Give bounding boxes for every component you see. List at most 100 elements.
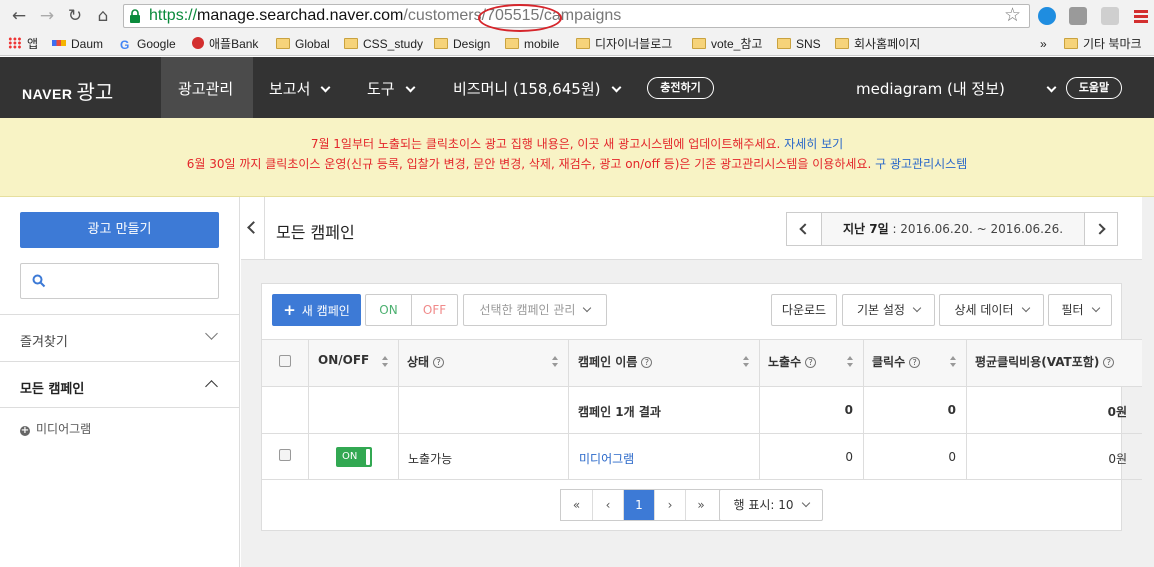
notice-line-1: 7월 1일부터 노출되는 클릭초이스 광고 집행 내용은, 이곳 새 광고시스템… <box>0 135 1154 152</box>
column-label: ON/OFF <box>318 353 370 367</box>
column-label: 상태 <box>407 355 430 369</box>
biz-money-label: 비즈머니 (158,645원) <box>453 80 601 98</box>
bookmark-apps[interactable]: 앱 <box>8 36 38 52</box>
bookmark-google[interactable]: G Google <box>120 36 176 52</box>
folder-icon <box>434 38 448 49</box>
rows-per-page-dropdown[interactable]: 행 표시: 10 <box>719 489 823 521</box>
date-range-value: : 2016.06.20. ~ 2016.06.26. <box>888 222 1064 236</box>
highlight-circle <box>478 4 562 32</box>
campaign-item-label: 미디어그램 <box>36 422 92 436</box>
header-clicks[interactable]: 클릭수? <box>863 340 966 386</box>
first-page-button[interactable]: « <box>561 490 592 520</box>
bookmark-label: Google <box>137 37 176 51</box>
off-button[interactable]: OFF <box>411 294 458 326</box>
bookmark-other[interactable]: 기타 북마크 <box>1064 36 1142 52</box>
bookmark-global[interactable]: Global <box>276 36 330 52</box>
new-campaign-button[interactable]: + 새 캠페인 <box>272 294 361 326</box>
cast-extension-icon[interactable] <box>1101 7 1119 25</box>
legacy-system-link[interactable]: 구 광고관리시스템 <box>875 157 967 171</box>
prev-page-button[interactable]: ‹ <box>592 490 623 520</box>
select-all-checkbox[interactable] <box>279 355 291 367</box>
bookmark-designer-blog[interactable]: 디자이너블로그 <box>576 36 672 52</box>
previous-period-button[interactable] <box>787 213 820 245</box>
bookmark-vote[interactable]: vote_참고 <box>692 36 762 52</box>
table-cell: 캠페인 1개 결과 <box>568 387 759 433</box>
bookmark-star-icon[interactable]: ☆ <box>1004 4 1021 26</box>
nav-tools[interactable]: 도구 <box>367 78 416 99</box>
default-settings-dropdown[interactable]: 기본 설정 <box>842 294 935 326</box>
plus-icon: + <box>283 301 296 319</box>
collapse-sidebar-icon[interactable] <box>247 221 260 234</box>
next-period-button[interactable] <box>1085 213 1118 245</box>
table-cell: 0원 <box>966 434 1143 479</box>
charge-button[interactable]: 충전하기 <box>647 77 714 99</box>
column-label: 노출수 <box>768 355 802 369</box>
bookmark-applebank[interactable]: 애플Bank <box>192 36 258 52</box>
header-campaign-name[interactable]: 캠페인 이름? <box>568 340 759 386</box>
bookmark-company[interactable]: 회사홈페이지 <box>835 36 920 52</box>
nav-reports[interactable]: 보고서 <box>269 78 331 99</box>
bookmark-mobile[interactable]: mobile <box>505 36 559 52</box>
header-avg-cpc[interactable]: 평균클릭비용(VAT포함)? <box>966 340 1143 386</box>
campaign-panel: + 새 캠페인 ON OFF 선택한 캠페인 관리 다운로드 기본 설정 상세 데… <box>261 283 1143 531</box>
help-icon[interactable]: ? <box>1103 357 1115 368</box>
new-campaign-label: 새 캠페인 <box>301 304 350 318</box>
row-checkbox[interactable] <box>279 449 291 461</box>
on-off-toggle[interactable]: ON <box>336 447 372 467</box>
on-button[interactable]: ON <box>365 294 412 326</box>
bookmark-sns[interactable]: SNS <box>777 36 821 52</box>
details-link[interactable]: 자세히 보기 <box>784 137 843 151</box>
bookmark-design[interactable]: Design <box>434 36 490 52</box>
chevron-up-icon <box>205 380 218 393</box>
download-button[interactable]: 다운로드 <box>771 294 837 326</box>
manage-selected-dropdown[interactable]: 선택한 캠페인 관리 <box>463 294 607 326</box>
bookmark-daum[interactable]: Daum <box>52 36 103 52</box>
campaign-name-link[interactable]: 미디어그램 <box>579 450 634 467</box>
help-button[interactable]: 도움말 <box>1066 77 1122 99</box>
bookmarks-overflow[interactable]: » <box>1040 36 1047 52</box>
t-extension-icon[interactable] <box>1069 7 1087 25</box>
reload-icon[interactable]: ↻ <box>64 5 86 27</box>
bookmark-label: 애플Bank <box>209 37 259 51</box>
bookmark-css-study[interactable]: CSS_study <box>344 36 423 52</box>
help-icon[interactable]: ? <box>641 357 653 368</box>
sidebar-item-all-campaigns[interactable]: 모든 캠페인 <box>0 361 240 408</box>
bookmark-label: 디자이너블로그 <box>595 37 673 51</box>
favorites-label: 즐겨찾기 <box>20 335 68 350</box>
next-page-button[interactable]: › <box>654 490 685 520</box>
nav-ad-management[interactable]: 광고관리 <box>178 78 233 99</box>
back-arrow-icon[interactable]: ← <box>8 5 30 27</box>
nav-biz-money[interactable]: 비즈머니 (158,645원) <box>453 78 621 99</box>
sidebar-campaign-item[interactable]: + 미디어그램 <box>20 420 91 437</box>
header-status[interactable]: 상태? <box>398 340 568 386</box>
detail-data-dropdown[interactable]: 상세 데이터 <box>939 294 1044 326</box>
header-onoff[interactable]: ON/OFF <box>308 340 398 386</box>
address-bar[interactable]: https://manage.searchad.naver.com/custom… <box>123 4 1030 28</box>
header-impressions[interactable]: 노출수? <box>759 340 863 386</box>
bookmark-label: 기타 북마크 <box>1083 37 1142 51</box>
search-input[interactable] <box>20 263 219 299</box>
help-icon[interactable]: ? <box>805 357 817 368</box>
help-icon[interactable]: ? <box>909 357 921 368</box>
create-ad-button[interactable]: 광고 만들기 <box>20 212 219 248</box>
current-page-button[interactable]: 1 <box>623 490 654 520</box>
sidebar: 광고 만들기 즐겨찾기 모든 캠페인 + 미디어그램 <box>0 197 240 567</box>
page-title: 모든 캠페인 <box>276 223 355 242</box>
menu-icon[interactable] <box>1133 7 1149 25</box>
summary-avg-cpc: 0원 <box>1107 405 1127 419</box>
help-icon[interactable]: ? <box>433 357 445 368</box>
filter-dropdown[interactable]: 필터 <box>1048 294 1112 326</box>
forward-arrow-icon[interactable]: → <box>36 5 58 27</box>
account-menu[interactable]: mediagram (내 정보) <box>856 78 1057 99</box>
table-cell: ON <box>308 434 398 479</box>
apps-grid-icon <box>8 37 22 49</box>
sidebar-item-favorites[interactable]: 즐겨찾기 <box>0 314 240 361</box>
vertical-scrollbar[interactable] <box>1142 197 1154 567</box>
home-icon[interactable]: ⌂ <box>92 5 114 27</box>
default-settings-label: 기본 설정 <box>857 303 905 317</box>
folder-icon <box>1064 38 1078 49</box>
date-range-display[interactable]: 지난 7일 : 2016.06.20. ~ 2016.06.26. <box>821 213 1085 245</box>
download-extension-icon[interactable] <box>1038 7 1056 25</box>
last-page-button[interactable]: » <box>685 490 716 520</box>
naver-ads-logo[interactable]: NAVER 광고 <box>22 76 113 105</box>
